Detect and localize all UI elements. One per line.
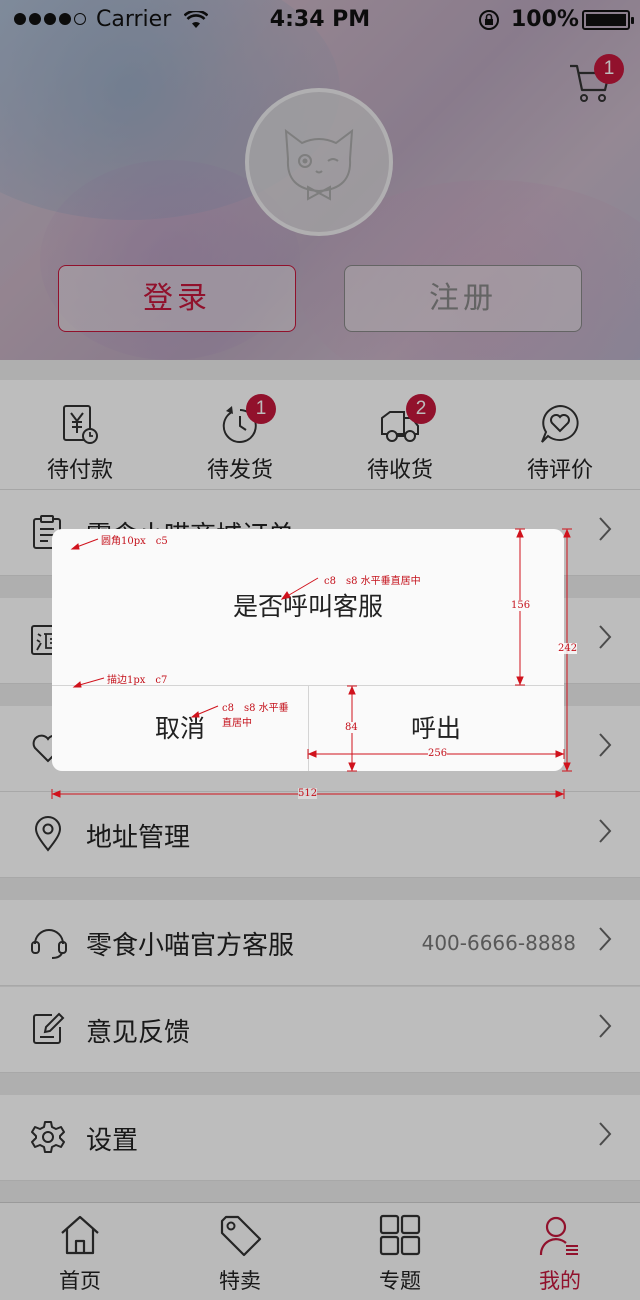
dimension-256: 256 [428,748,448,759]
dimension-512: 512 [298,788,318,799]
dimension-84: 84 [345,722,358,733]
annotation-title-spec: c8 s8 水平垂直居中 [324,576,421,587]
annotation-radius: 圆角10px c5 [101,536,168,547]
annotation-button-spec-2: 直居中 [222,718,252,729]
annotation-border: 描边1px c7 [107,675,168,686]
annotation-button-spec: c8 s8 水平垂 [222,703,289,714]
call-service-dialog: 是否呼叫客服 取消 呼出 [52,529,564,771]
dimension-156: 156 [511,600,531,611]
dialog-message: 是否呼叫客服 [232,592,383,621]
dimension-242: 242 [558,643,578,654]
